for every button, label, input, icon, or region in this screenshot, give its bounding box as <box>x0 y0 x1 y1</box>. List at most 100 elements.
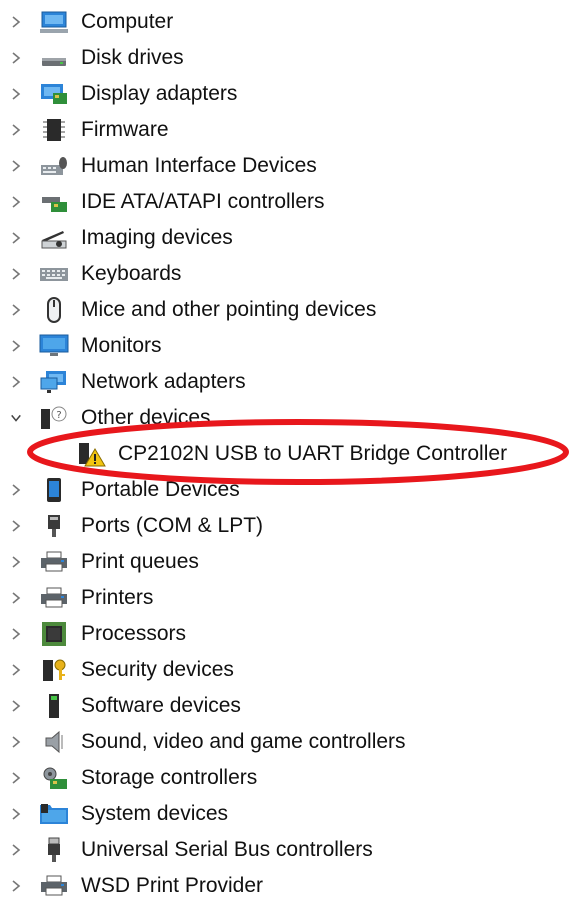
printer-icon <box>38 873 70 899</box>
chevron-right-icon[interactable] <box>8 292 24 328</box>
tree-item-label: Processors <box>81 622 187 645</box>
tree-item-print-queues[interactable]: Print queues <box>0 544 570 580</box>
tree-item-label: Imaging devices <box>81 226 233 249</box>
chevron-down-icon[interactable] <box>8 400 24 436</box>
chevron-right-icon[interactable] <box>8 40 24 76</box>
sound-icon <box>38 729 70 755</box>
chevron-right-icon[interactable] <box>8 796 24 832</box>
tree-item-mice[interactable]: Mice and other pointing devices <box>0 292 570 328</box>
tree-item-label: Firmware <box>81 118 169 141</box>
tree-item-label: Computer <box>81 10 174 33</box>
chevron-right-icon[interactable] <box>8 256 24 292</box>
network-adapter-icon <box>38 369 70 395</box>
tree-item-label: Network adapters <box>81 370 246 393</box>
tree-item-system-devices[interactable]: System devices <box>0 796 570 832</box>
display-adapter-icon <box>38 81 70 107</box>
chevron-right-icon[interactable] <box>8 868 24 904</box>
keyboard-icon <box>38 261 70 287</box>
tree-item-label: Monitors <box>81 334 162 357</box>
computer-icon <box>38 9 70 35</box>
tree-item-label: CP2102N USB to UART Bridge Controller <box>118 442 508 465</box>
tree-item-label: Mice and other pointing devices <box>81 298 377 321</box>
firmware-icon <box>38 117 70 143</box>
tree-item-ports[interactable]: Ports (COM & LPT) <box>0 508 570 544</box>
tree-item-processors[interactable]: Processors <box>0 616 570 652</box>
tree-item-cp2102n-usb-uart-bridge[interactable]: CP2102N USB to UART Bridge Controller <box>0 436 570 472</box>
chevron-right-icon[interactable] <box>8 220 24 256</box>
chevron-right-icon[interactable] <box>8 112 24 148</box>
ide-controller-icon <box>38 189 70 215</box>
tree-item-keyboards[interactable]: Keyboards <box>0 256 570 292</box>
tree-item-label: Keyboards <box>81 262 182 285</box>
processor-icon <box>38 621 70 647</box>
warning-device-icon <box>76 441 108 467</box>
tree-item-label: Storage controllers <box>81 766 258 789</box>
tree-item-label: Security devices <box>81 658 234 681</box>
chevron-right-icon[interactable] <box>8 616 24 652</box>
tree-item-label: Software devices <box>81 694 241 717</box>
tree-item-firmware[interactable]: Firmware <box>0 112 570 148</box>
tree-item-label: Universal Serial Bus controllers <box>81 838 373 861</box>
chevron-right-icon[interactable] <box>8 724 24 760</box>
tree-item-security-devices[interactable]: Security devices <box>0 652 570 688</box>
tree-item-human-interface-devices[interactable]: Human Interface Devices <box>0 148 570 184</box>
monitor-icon <box>38 333 70 359</box>
usb-icon <box>38 837 70 863</box>
tree-item-label: Human Interface Devices <box>81 154 317 177</box>
hid-icon <box>38 153 70 179</box>
chevron-right-icon[interactable] <box>8 364 24 400</box>
tree-item-label: IDE ATA/ATAPI controllers <box>81 190 325 213</box>
tree-item-computer[interactable]: Computer <box>0 4 570 40</box>
tree-item-disk-drives[interactable]: Disk drives <box>0 40 570 76</box>
tree-item-imaging-devices[interactable]: Imaging devices <box>0 220 570 256</box>
tree-item-label: System devices <box>81 802 229 825</box>
tree-item-network-adapters[interactable]: Network adapters <box>0 364 570 400</box>
tree-item-label: Print queues <box>81 550 199 573</box>
mouse-icon <box>38 297 70 323</box>
chevron-right-icon[interactable] <box>8 760 24 796</box>
chevron-right-icon[interactable] <box>8 148 24 184</box>
chevron-right-icon[interactable] <box>8 580 24 616</box>
printer-icon <box>38 585 70 611</box>
printer-icon <box>38 549 70 575</box>
chevron-right-icon[interactable] <box>8 4 24 40</box>
tree-item-display-adapters[interactable]: Display adapters <box>0 76 570 112</box>
port-icon <box>38 513 70 539</box>
tree-item-usb-controllers[interactable]: Universal Serial Bus controllers <box>0 832 570 868</box>
tree-item-label: WSD Print Provider <box>81 874 264 897</box>
software-device-icon <box>38 693 70 719</box>
device-tree: Computer Disk drives Display adapters Fi… <box>0 4 570 904</box>
storage-controller-icon <box>38 765 70 791</box>
tree-item-label: Printers <box>81 586 154 609</box>
security-device-icon <box>38 657 70 683</box>
chevron-right-icon[interactable] <box>8 832 24 868</box>
tree-item-sound-video-game-controllers[interactable]: Sound, video and game controllers <box>0 724 570 760</box>
tree-item-monitors[interactable]: Monitors <box>0 328 570 364</box>
chevron-right-icon[interactable] <box>8 328 24 364</box>
disk-drive-icon <box>38 45 70 71</box>
chevron-right-icon[interactable] <box>8 472 24 508</box>
tree-item-label: Other devices <box>81 406 211 429</box>
chevron-right-icon[interactable] <box>8 544 24 580</box>
tree-item-wsd-print-provider[interactable]: WSD Print Provider <box>0 868 570 904</box>
tree-item-label: Ports (COM & LPT) <box>81 514 264 537</box>
tree-item-label: Disk drives <box>81 46 184 69</box>
svg-text:?: ? <box>56 410 61 421</box>
tree-item-storage-controllers[interactable]: Storage controllers <box>0 760 570 796</box>
tree-item-portable-devices[interactable]: Portable Devices <box>0 472 570 508</box>
system-device-icon <box>38 801 70 827</box>
chevron-right-icon[interactable] <box>8 508 24 544</box>
portable-device-icon <box>38 477 70 503</box>
unknown-device-icon: ? <box>38 405 70 431</box>
chevron-right-icon[interactable] <box>8 76 24 112</box>
chevron-right-icon[interactable] <box>8 184 24 220</box>
tree-item-software-devices[interactable]: Software devices <box>0 688 570 724</box>
chevron-right-icon[interactable] <box>8 688 24 724</box>
tree-item-label: Sound, video and game controllers <box>81 730 406 753</box>
tree-item-other-devices[interactable]: ? Other devices <box>0 400 570 436</box>
tree-item-printers[interactable]: Printers <box>0 580 570 616</box>
tree-item-label: Portable Devices <box>81 478 240 501</box>
chevron-right-icon[interactable] <box>8 652 24 688</box>
tree-item-label: Display adapters <box>81 82 238 105</box>
tree-item-ide-ata-atapi-controllers[interactable]: IDE ATA/ATAPI controllers <box>0 184 570 220</box>
